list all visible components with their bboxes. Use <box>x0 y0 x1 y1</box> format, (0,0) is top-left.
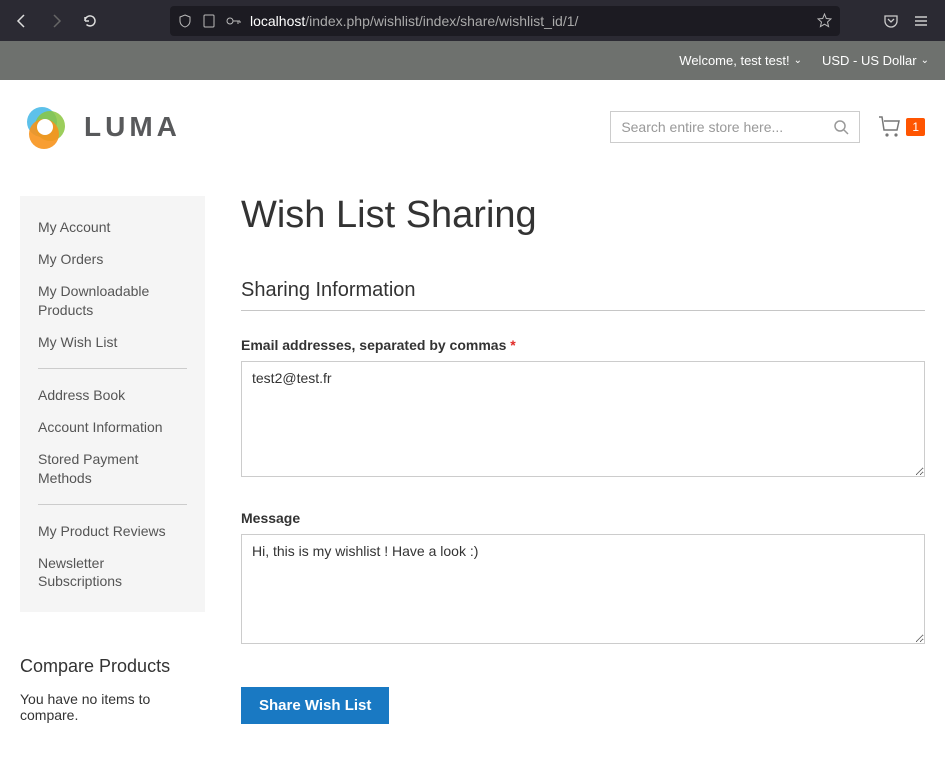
sidebar-item-newsletter[interactable]: Newsletter Subscriptions <box>20 547 205 597</box>
sidebar-item-address-book[interactable]: Address Book <box>20 379 205 411</box>
required-mark: * <box>510 337 515 353</box>
logo[interactable]: LUMA <box>20 102 181 152</box>
message-textarea[interactable] <box>241 534 925 644</box>
message-label: Message <box>241 510 925 526</box>
divider <box>38 368 187 369</box>
sidebar-item-product-reviews[interactable]: My Product Reviews <box>20 515 205 547</box>
logo-mark-icon <box>20 102 70 152</box>
browser-toolbar: localhost/index.php/wishlist/index/share… <box>0 0 945 41</box>
currency-switcher[interactable]: USD - US Dollar ⌄ <box>822 53 929 68</box>
welcome-text: Welcome, test test! <box>679 53 789 68</box>
compare-empty-text: You have no items to compare. <box>20 691 205 723</box>
main-content: Wish List Sharing Sharing Information Em… <box>241 166 925 724</box>
menu-icon[interactable] <box>913 13 929 29</box>
lock-icon[interactable] <box>226 14 242 28</box>
bookmark-star-icon[interactable] <box>817 13 832 28</box>
search-placeholder: Search entire store here... <box>621 119 783 135</box>
compare-title: Compare Products <box>20 656 205 677</box>
back-button[interactable] <box>8 7 36 35</box>
shield-icon[interactable] <box>178 14 192 28</box>
account-nav: My Account My Orders My Downloadable Pro… <box>20 196 205 612</box>
divider <box>38 504 187 505</box>
url-text: localhost/index.php/wishlist/index/share… <box>250 13 809 29</box>
sidebar-item-account-info[interactable]: Account Information <box>20 411 205 443</box>
logo-text: LUMA <box>84 111 181 143</box>
cart-icon <box>878 116 902 138</box>
chevron-down-icon: ⌄ <box>921 55 929 66</box>
address-bar[interactable]: localhost/index.php/wishlist/index/share… <box>170 6 840 36</box>
pocket-icon[interactable] <box>883 13 899 29</box>
sidebar-item-my-account[interactable]: My Account <box>20 211 205 243</box>
forward-button[interactable] <box>42 7 70 35</box>
emails-label: Email addresses, separated by commas * <box>241 337 925 353</box>
sidebar-item-wish-list[interactable]: My Wish List <box>20 326 205 358</box>
page-header: LUMA Search entire store here... 1 <box>0 80 945 166</box>
cart-count-badge: 1 <box>906 118 925 136</box>
share-wishlist-button[interactable]: Share Wish List <box>241 687 389 724</box>
reload-button[interactable] <box>76 7 104 35</box>
page-icon <box>202 14 216 28</box>
chevron-down-icon: ⌄ <box>794 55 802 66</box>
sidebar-item-my-orders[interactable]: My Orders <box>20 243 205 275</box>
search-icon[interactable] <box>833 119 849 135</box>
currency-label: USD - US Dollar <box>822 53 917 68</box>
welcome-menu[interactable]: Welcome, test test! ⌄ <box>679 53 802 68</box>
cart-button[interactable]: 1 <box>878 116 925 138</box>
page-title: Wish List Sharing <box>241 194 925 237</box>
sidebar-item-payment-methods[interactable]: Stored Payment Methods <box>20 443 205 493</box>
search-input[interactable]: Search entire store here... <box>610 111 860 143</box>
sidebar-item-downloadable[interactable]: My Downloadable Products <box>20 275 205 325</box>
sidebar: My Account My Orders My Downloadable Pro… <box>20 166 205 723</box>
section-legend: Sharing Information <box>241 279 925 311</box>
panel-header: Welcome, test test! ⌄ USD - US Dollar ⌄ <box>0 41 945 80</box>
emails-textarea[interactable] <box>241 361 925 477</box>
